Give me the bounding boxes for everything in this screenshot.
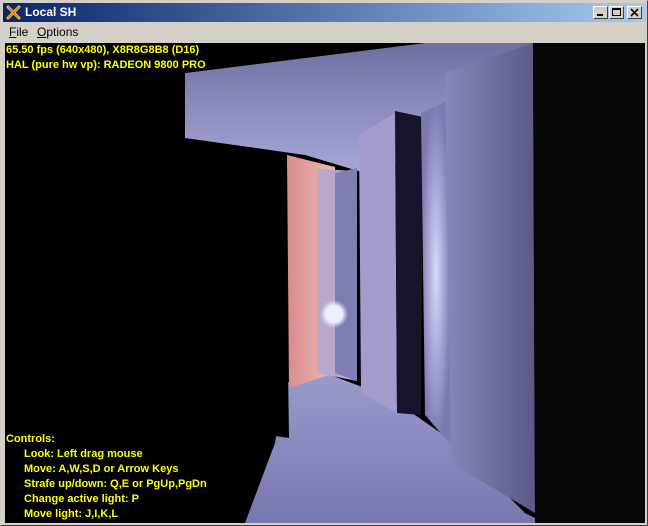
app-window: Local SH File Options 65.50 fps (640x480… <box>0 0 648 526</box>
control-line-strafe: Strafe up/down: Q,E or PgUp,PgDn <box>24 478 207 490</box>
menu-options[interactable]: Options <box>33 23 82 42</box>
stats-overlay: 65.50 fps (640x480), X8R8G8B8 (D16) HAL … <box>6 43 206 73</box>
title-bar[interactable]: Local SH <box>3 3 646 22</box>
minimize-button[interactable] <box>593 6 608 19</box>
controls-overlay: Controls: Look: Left drag mouse Move: A,… <box>6 432 207 522</box>
minimize-icon <box>597 14 603 16</box>
device-info-text: HAL (pure hw vp): RADEON 9800 PRO <box>6 59 206 71</box>
window-title: Local SH <box>25 5 77 19</box>
control-line-move-light: Move light: J,I,K,L <box>24 508 119 520</box>
maximize-button[interactable] <box>609 6 624 19</box>
close-button[interactable] <box>627 6 642 19</box>
control-line-move: Move: A,W,S,D or Arrow Keys <box>24 463 179 475</box>
maximize-icon <box>612 8 621 16</box>
menu-file[interactable]: File <box>5 23 32 42</box>
close-icon <box>630 8 639 17</box>
control-line-change-light: Change active light: P <box>24 493 139 505</box>
fps-stats-text: 65.50 fps (640x480), X8R8G8B8 (D16) <box>6 44 200 56</box>
menu-bar: File Options <box>3 23 646 42</box>
directx-x-icon <box>6 5 21 20</box>
controls-heading: Controls: <box>6 433 55 445</box>
render-viewport[interactable]: 65.50 fps (640x480), X8R8G8B8 (D16) HAL … <box>5 43 645 523</box>
control-line-look: Look: Left drag mouse <box>24 448 143 460</box>
